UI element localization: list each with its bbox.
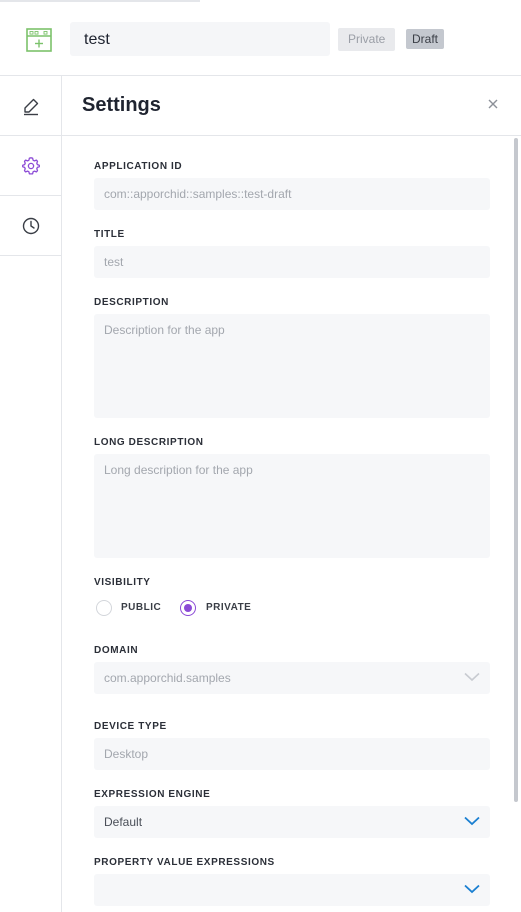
settings-header: Settings <box>62 76 521 136</box>
settings-panel: Settings APPLICATION ID com::apporchid::… <box>62 76 521 912</box>
visibility-public-radio[interactable] <box>96 600 112 616</box>
application-id-label: APPLICATION ID <box>94 161 183 172</box>
left-rail <box>0 76 62 912</box>
rail-item-history[interactable] <box>0 196 61 256</box>
app-header: test Private Draft <box>0 2 521 76</box>
edit-pen-icon <box>23 98 38 115</box>
visibility-private-radio[interactable] <box>180 600 196 616</box>
close-icon[interactable] <box>486 97 500 111</box>
draft-badge: Draft <box>406 29 445 49</box>
domain-label: DOMAIN <box>94 645 139 656</box>
device-type-field: Desktop <box>94 738 490 770</box>
expression-engine-value: Default <box>104 815 143 829</box>
device-type-label: DEVICE TYPE <box>94 721 167 732</box>
visibility-private-label[interactable]: PRIVATE <box>206 602 251 613</box>
expression-engine-label: EXPRESSION ENGINE <box>94 789 211 800</box>
rail-item-edit[interactable] <box>0 76 61 136</box>
description-label: DESCRIPTION <box>94 297 169 308</box>
private-badge: Private <box>338 28 396 51</box>
history-clock-icon <box>22 217 39 234</box>
domain-value: com.apporchid.samples <box>104 671 231 685</box>
settings-gear-icon <box>21 156 40 175</box>
expression-engine-select[interactable]: Default <box>94 806 490 838</box>
long-description-textarea[interactable]: Long description for the app <box>94 454 490 558</box>
settings-title: Settings <box>82 94 161 116</box>
property-value-expressions-select[interactable] <box>94 874 490 906</box>
application-id-field: com::apporchid::samples::test-draft <box>94 178 490 210</box>
description-textarea[interactable]: Description for the app <box>94 314 490 418</box>
visibility-public-label[interactable]: PUBLIC <box>121 602 161 613</box>
app-icon <box>26 28 52 52</box>
long-description-label: LONG DESCRIPTION <box>94 437 204 448</box>
title-field[interactable]: test <box>94 246 490 278</box>
chevron-down-icon <box>464 816 480 826</box>
visibility-label: VISIBILITY <box>94 577 151 588</box>
panel-scrollbar[interactable] <box>514 138 518 802</box>
domain-select[interactable]: com.apporchid.samples <box>94 662 490 694</box>
property-value-expressions-label: PROPERTY VALUE EXPRESSIONS <box>94 857 275 868</box>
chevron-down-icon <box>464 884 480 894</box>
rail-item-settings[interactable] <box>0 136 61 196</box>
chevron-down-icon <box>464 672 480 682</box>
app-name-input[interactable]: test <box>70 22 330 56</box>
title-label: TITLE <box>94 229 125 240</box>
